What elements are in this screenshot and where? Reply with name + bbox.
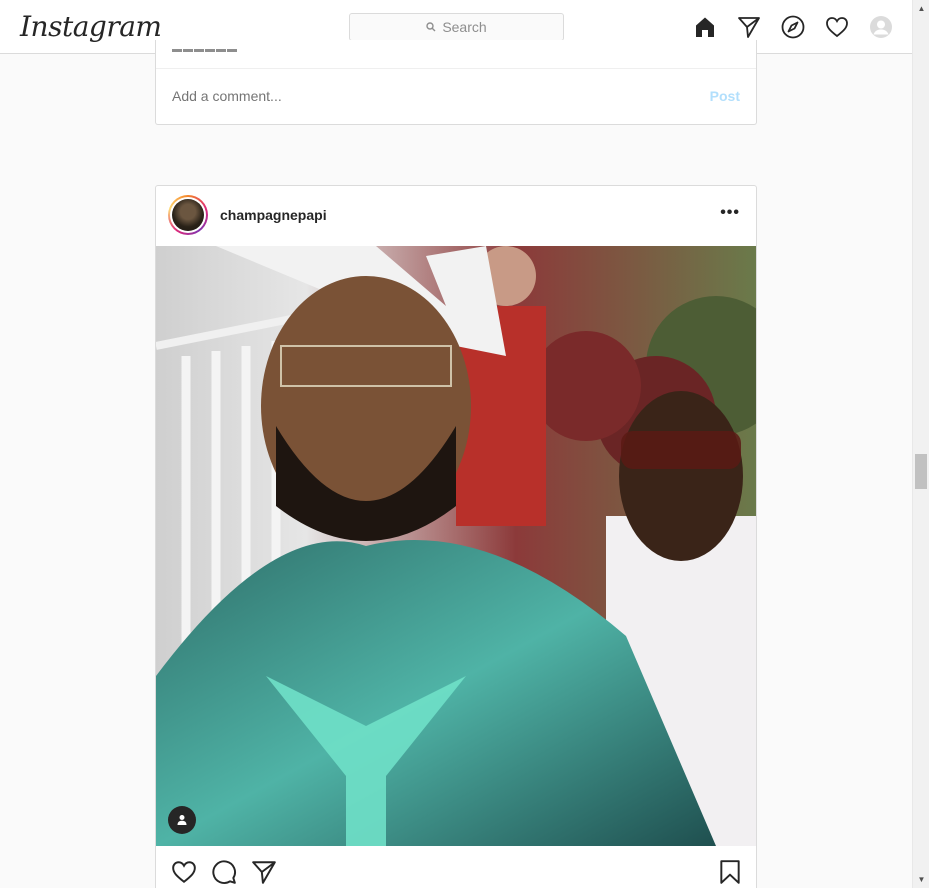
- post-actions: [156, 846, 756, 888]
- home-icon[interactable]: [692, 14, 718, 40]
- search-box[interactable]: Search: [349, 13, 564, 41]
- scroll-down-arrow-icon[interactable]: ▼: [913, 871, 929, 888]
- comment-input[interactable]: [172, 88, 652, 104]
- feed-post: champagnepapi •••: [155, 185, 757, 888]
- tagged-people-icon[interactable]: [168, 806, 196, 834]
- cutoff-timestamp: ▬▬▬▬▬▬: [172, 44, 238, 52]
- avatar-image: [172, 199, 204, 231]
- save-bookmark-icon[interactable]: [716, 858, 744, 886]
- share-icon[interactable]: [250, 858, 278, 886]
- search-icon: [426, 22, 436, 32]
- page-scrollbar[interactable]: ▲ ▼: [912, 0, 929, 888]
- activity-heart-icon[interactable]: [824, 14, 850, 40]
- story-avatar[interactable]: [168, 195, 208, 235]
- previous-post-card: ▬▬▬▬▬▬ Post: [155, 40, 757, 125]
- comment-row: Post: [156, 68, 756, 124]
- comment-icon[interactable]: [210, 858, 238, 886]
- more-options-icon[interactable]: •••: [720, 205, 740, 221]
- direct-icon[interactable]: [736, 14, 762, 40]
- profile-avatar-icon[interactable]: [868, 14, 894, 40]
- instagram-logo[interactable]: Instagram: [20, 10, 162, 43]
- post-media[interactable]: [156, 246, 756, 846]
- search-placeholder: Search: [442, 19, 487, 35]
- scroll-thumb[interactable]: [915, 454, 927, 489]
- scroll-up-arrow-icon[interactable]: ▲: [913, 0, 929, 17]
- post-image: [156, 246, 756, 846]
- post-comment-button[interactable]: Post: [710, 88, 740, 104]
- like-heart-icon[interactable]: [170, 858, 198, 886]
- post-username[interactable]: champagnepapi: [220, 207, 327, 223]
- post-header: champagnepapi •••: [156, 186, 756, 246]
- explore-icon[interactable]: [780, 14, 806, 40]
